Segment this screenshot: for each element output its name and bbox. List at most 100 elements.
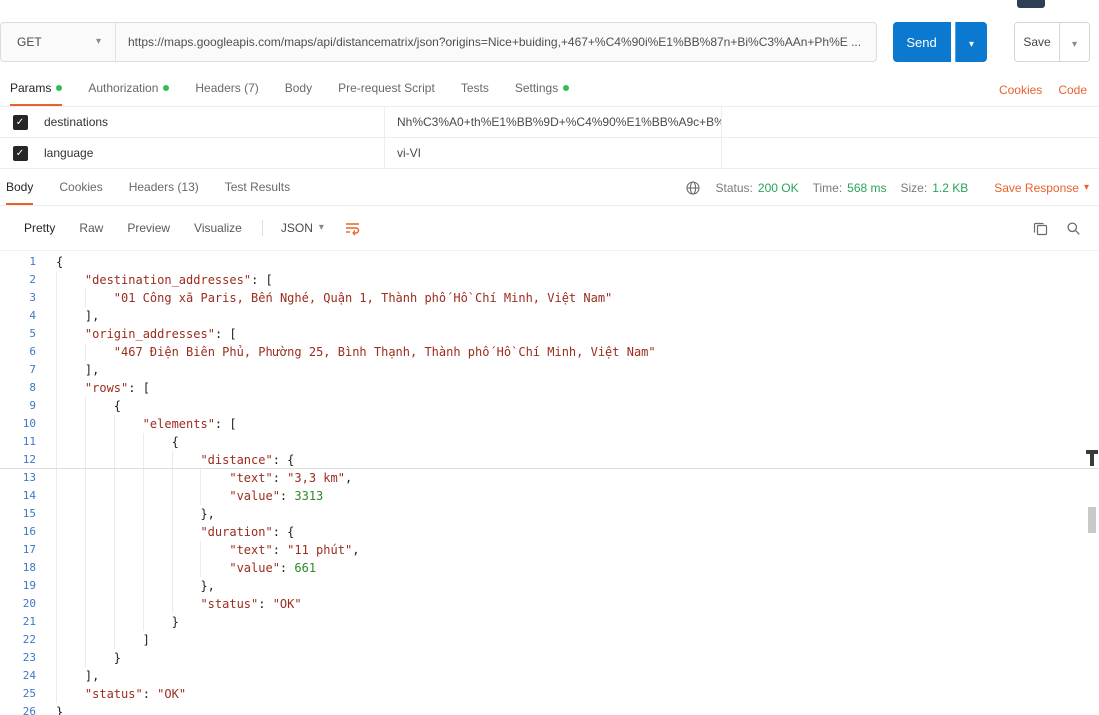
indent-guide: [85, 505, 114, 523]
code-token: "11 phút": [287, 543, 352, 557]
indent-guide: [56, 685, 85, 703]
send-button-group: Send ▾: [893, 22, 987, 62]
line-number: 13: [0, 469, 50, 487]
indent-guide: [56, 433, 85, 451]
param-description-cell[interactable]: [722, 107, 1099, 137]
indent-guide: [85, 541, 114, 559]
code-token: ],: [85, 669, 99, 683]
scrollbar-thumb[interactable]: [1088, 507, 1096, 533]
tab-body[interactable]: Body: [285, 81, 312, 106]
method-select[interactable]: GET ▾: [1, 23, 116, 61]
code-token: "status": [200, 597, 258, 611]
tab-headers[interactable]: Headers (7): [195, 81, 258, 106]
indent-guide: [85, 649, 114, 667]
code-line-content: ],: [50, 307, 1099, 325]
code-line: 1{: [0, 253, 1099, 271]
indent-guide: [56, 271, 85, 289]
indent-guide: [56, 559, 85, 577]
param-description-cell[interactable]: [722, 138, 1099, 168]
code-token: "distance": [200, 453, 272, 467]
indent-guide: [56, 613, 85, 631]
response-tab-cookies[interactable]: Cookies: [59, 180, 102, 205]
cookies-link[interactable]: Cookies: [999, 83, 1042, 97]
code-line-content: ],: [50, 361, 1099, 379]
indent-guide: [85, 613, 114, 631]
save-dropdown-button[interactable]: ▾: [1060, 22, 1090, 62]
param-value-cell[interactable]: vi-VI: [385, 138, 722, 168]
tab-tests[interactable]: Tests: [461, 81, 489, 106]
param-key-cell[interactable]: destinations: [40, 107, 385, 137]
indent-guide: [114, 469, 143, 487]
tab-label: Headers (13): [129, 180, 199, 194]
send-dropdown-button[interactable]: ▾: [955, 22, 987, 62]
line-number: 6: [0, 343, 50, 361]
code-token: "text": [229, 543, 272, 557]
tab-label: Params: [10, 81, 51, 95]
indent-guide: [56, 379, 85, 397]
code-token: "rows": [85, 381, 128, 395]
response-tab-test-results[interactable]: Test Results: [225, 180, 290, 205]
scrollbar[interactable]: [1085, 251, 1099, 715]
code-line: 8"rows": [: [0, 379, 1099, 397]
view-tab-raw[interactable]: Raw: [67, 218, 115, 238]
code-line-content: },: [50, 577, 1099, 595]
network-icon[interactable]: [685, 180, 701, 196]
wrap-text-icon[interactable]: [344, 220, 361, 236]
code-line: 13"text": "3,3 km",: [0, 469, 1099, 487]
code-token: :: [280, 489, 294, 503]
save-button[interactable]: Save: [1014, 22, 1060, 62]
indent-guide: [143, 541, 172, 559]
tab-authorization[interactable]: Authorization: [88, 81, 169, 106]
code-line: 23}: [0, 649, 1099, 667]
tab-label: Visualize: [194, 221, 242, 235]
copy-icon[interactable]: [1033, 221, 1048, 236]
tab-label: Pre-request Script: [338, 81, 435, 95]
code-line: 14"value": 3313: [0, 487, 1099, 505]
indent-guide: [56, 415, 85, 433]
tab-params[interactable]: Params: [10, 81, 62, 106]
indent-guide: [56, 325, 85, 343]
indent-guide: [56, 541, 85, 559]
param-key-cell[interactable]: language: [40, 138, 385, 168]
response-tab-headers[interactable]: Headers (13): [129, 180, 199, 205]
checkbox[interactable]: ✓: [13, 146, 28, 161]
url-input[interactable]: https://maps.googleapis.com/maps/api/dis…: [116, 23, 876, 61]
response-view-toolbar: PrettyRawPreview Visualize JSON ▾: [0, 206, 1099, 251]
code-token: "duration": [200, 525, 272, 539]
code-line-content: }: [50, 649, 1099, 667]
save-response-button[interactable]: Save Response ▾: [994, 181, 1089, 195]
indent-guide: [172, 541, 201, 559]
code-token: "elements": [143, 417, 215, 431]
code-link[interactable]: Code: [1058, 83, 1087, 97]
code-line: 12"distance": {: [0, 451, 1099, 469]
code-line: 9{: [0, 397, 1099, 415]
line-number: 9: [0, 397, 50, 415]
view-tab-pretty[interactable]: Pretty: [12, 218, 67, 238]
view-tab-preview[interactable]: Preview: [115, 218, 182, 238]
top-right-button-fragment[interactable]: [1017, 0, 1045, 8]
format-select[interactable]: JSON ▾: [281, 221, 324, 235]
toolbar-right-icons: [1033, 221, 1081, 236]
response-tab-body[interactable]: Body: [6, 180, 33, 205]
view-tab-visualize[interactable]: Visualize: [182, 218, 254, 238]
code-token: "OK": [273, 597, 302, 611]
code-line: 20"status": "OK": [0, 595, 1099, 613]
send-button[interactable]: Send: [893, 22, 951, 62]
code-token: {: [172, 435, 179, 449]
tab-settings[interactable]: Settings: [515, 81, 569, 106]
code-token: : [: [215, 327, 237, 341]
line-number: 5: [0, 325, 50, 343]
indent-guide: [172, 505, 201, 523]
line-number: 12: [0, 451, 50, 468]
code-token: "01 Công xã Paris, Bến Nghé, Quận 1, Thà…: [114, 291, 613, 305]
status-label: Status:: [716, 181, 753, 195]
param-value-cell[interactable]: Nh%C3%A0+th%E1%BB%9D+%C4%90%E1%BB%A9c+B%…: [385, 107, 722, 137]
code-token: "value": [229, 561, 280, 575]
line-number: 26: [0, 703, 50, 715]
checkbox[interactable]: ✓: [13, 115, 28, 130]
tab-pre-request-script[interactable]: Pre-request Script: [338, 81, 435, 106]
indent-guide: [172, 559, 201, 577]
code-token: "destination_addresses": [85, 273, 251, 287]
search-icon[interactable]: [1066, 221, 1081, 236]
code-token: "3,3 km": [287, 471, 345, 485]
